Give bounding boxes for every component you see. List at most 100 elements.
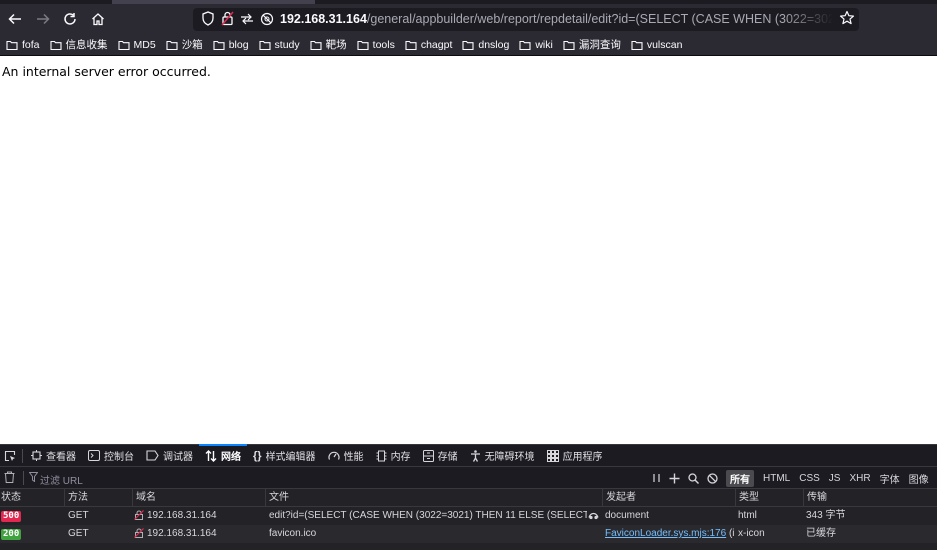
filter-css[interactable]: CSS	[799, 473, 820, 484]
pause-button[interactable]	[652, 473, 661, 483]
tracker-icon	[588, 512, 599, 520]
table-row[interactable]: 200 GET 192.168.31.164 favicon.ico Favic…	[0, 525, 937, 543]
pause-icon	[653, 474, 660, 482]
column-method[interactable]: 方法	[64, 489, 132, 507]
type-cell: html	[738, 510, 757, 521]
tab-inspector[interactable]: 查看器	[25, 445, 82, 467]
folder-icon	[6, 40, 18, 50]
reload-icon	[64, 13, 76, 25]
column-type[interactable]: 类型	[735, 489, 803, 507]
block-requests-button[interactable]	[707, 472, 718, 484]
tab-separator	[22, 448, 23, 463]
clear-button[interactable]	[4, 471, 15, 486]
reload-button[interactable]	[60, 9, 80, 29]
filter-url-input[interactable]: 过滤 URL	[40, 472, 83, 487]
bookmark-folder[interactable]: fofa	[6, 39, 40, 51]
filter-xhr[interactable]: XHR	[849, 473, 870, 484]
column-domain[interactable]: 域名	[132, 489, 265, 507]
type-cell: x-icon	[738, 528, 765, 539]
url-bar-icons	[201, 11, 274, 26]
bookmark-star-button[interactable]	[839, 10, 857, 28]
tab-accessibility[interactable]: 无障碍环境	[464, 445, 541, 467]
tab-label: 查看器	[46, 452, 76, 463]
search-icon	[688, 472, 699, 484]
tracking-blocked-icon[interactable]	[260, 12, 274, 26]
tab-memory[interactable]: 内存	[370, 445, 417, 467]
status-cell: 500	[0, 507, 64, 525]
bookmark-folder[interactable]: 信息收集	[49, 37, 108, 52]
console-icon	[88, 450, 100, 461]
folder-icon	[519, 40, 531, 50]
table-row[interactable]: 500 GET 192.168.31.164 edit?id=(SELECT (…	[0, 507, 937, 525]
trash-icon	[4, 471, 15, 483]
folder-icon	[357, 40, 369, 50]
status-badge: 500	[1, 511, 22, 522]
forward-button[interactable]	[33, 9, 53, 29]
add-filter-button[interactable]	[669, 473, 680, 484]
toolbar-actions: 所有 HTML CSS JS XHR 字体 图像	[652, 467, 929, 489]
column-file[interactable]: 文件	[265, 489, 602, 507]
tab-style-editor[interactable]: {} 样式编辑器	[247, 445, 322, 467]
bookmark-folder[interactable]: 沙箱	[166, 37, 203, 52]
tab-application[interactable]: 应用程序	[541, 445, 609, 467]
column-status[interactable]: 状态	[0, 489, 64, 507]
folder-icon	[563, 40, 575, 50]
search-button[interactable]	[688, 472, 699, 484]
file-cell: edit?id=(SELECT (CASE WHEN (3022=3021) T…	[269, 510, 587, 521]
filter-fonts[interactable]: 字体	[880, 471, 900, 486]
url-fade	[783, 11, 833, 29]
bookmark-folder[interactable]: wiki	[519, 39, 553, 51]
bookmark-folder[interactable]: dnslog	[462, 39, 509, 51]
bookmark-folder[interactable]: 漏洞查询	[563, 37, 621, 52]
tab-console[interactable]: 控制台	[82, 445, 140, 467]
devtools-tabbar: 查看器 控制台 调试器 网络 {} 样式编辑器 性能 内存 存储 无障碍环境 应用…	[0, 443, 937, 467]
star-icon	[839, 10, 855, 25]
bookmark-folder[interactable]: chagpt	[405, 39, 452, 51]
column-initiator[interactable]: 发起者	[602, 489, 735, 507]
filter-html[interactable]: HTML	[763, 473, 790, 484]
permissions-icon[interactable]	[240, 13, 254, 25]
bookmark-folder[interactable]: study	[258, 39, 300, 51]
domain-cell: 192.168.31.164	[132, 507, 265, 525]
folder-icon	[49, 40, 62, 50]
toolbar-separator	[23, 471, 24, 485]
filter-js[interactable]: JS	[829, 473, 841, 484]
tab-performance[interactable]: 性能	[322, 445, 370, 467]
tab-storage[interactable]: 存储	[417, 445, 464, 467]
filter-images[interactable]: 图像	[909, 471, 929, 486]
tab-label: 内存	[390, 452, 411, 463]
back-button[interactable]	[5, 9, 25, 29]
status-cell: 200	[0, 525, 64, 543]
tab-label: 样式编辑器	[265, 452, 316, 463]
column-transferred[interactable]: 传输	[803, 489, 937, 507]
bookmark-folder[interactable]: tools	[357, 39, 395, 51]
filter-all[interactable]: 所有	[726, 469, 754, 487]
bookmark-folder[interactable]: vulscan	[631, 39, 682, 51]
back-arrow-icon	[8, 13, 21, 25]
home-button[interactable]	[88, 9, 108, 29]
block-icon	[707, 472, 718, 484]
performance-icon	[327, 451, 340, 460]
accessibility-icon	[470, 449, 480, 462]
tab-label: 应用程序	[562, 452, 603, 463]
url-host: 192.168.31.164	[280, 12, 367, 26]
memory-icon	[376, 450, 387, 461]
initiator-link[interactable]: FaviconLoader.sys.mjs:176	[605, 528, 726, 539]
insecure-lock-icon[interactable]	[221, 11, 234, 26]
transferred-cell: 已缓存	[806, 528, 836, 539]
element-picker-button[interactable]	[0, 445, 20, 467]
folder-icon	[310, 40, 322, 50]
navigation-toolbar: 192.168.31.164/general/appbuilder/web/re…	[0, 4, 937, 34]
element-picker-icon	[4, 450, 16, 461]
shield-icon[interactable]	[201, 11, 215, 26]
error-message: An internal server error occurred.	[2, 64, 211, 79]
bookmark-folder[interactable]: blog	[213, 39, 249, 51]
tab-debugger[interactable]: 调试器	[140, 445, 199, 467]
url-text[interactable]: 192.168.31.164/general/appbuilder/web/re…	[280, 12, 832, 28]
bookmark-folder[interactable]: MD5	[117, 39, 156, 51]
debugger-icon	[146, 450, 159, 461]
tab-label: 性能	[343, 452, 364, 463]
bookmark-folder[interactable]: 靶场	[310, 37, 347, 52]
url-bar[interactable]: 192.168.31.164/general/appbuilder/web/re…	[193, 8, 859, 31]
tab-network[interactable]: 网络	[199, 443, 247, 467]
